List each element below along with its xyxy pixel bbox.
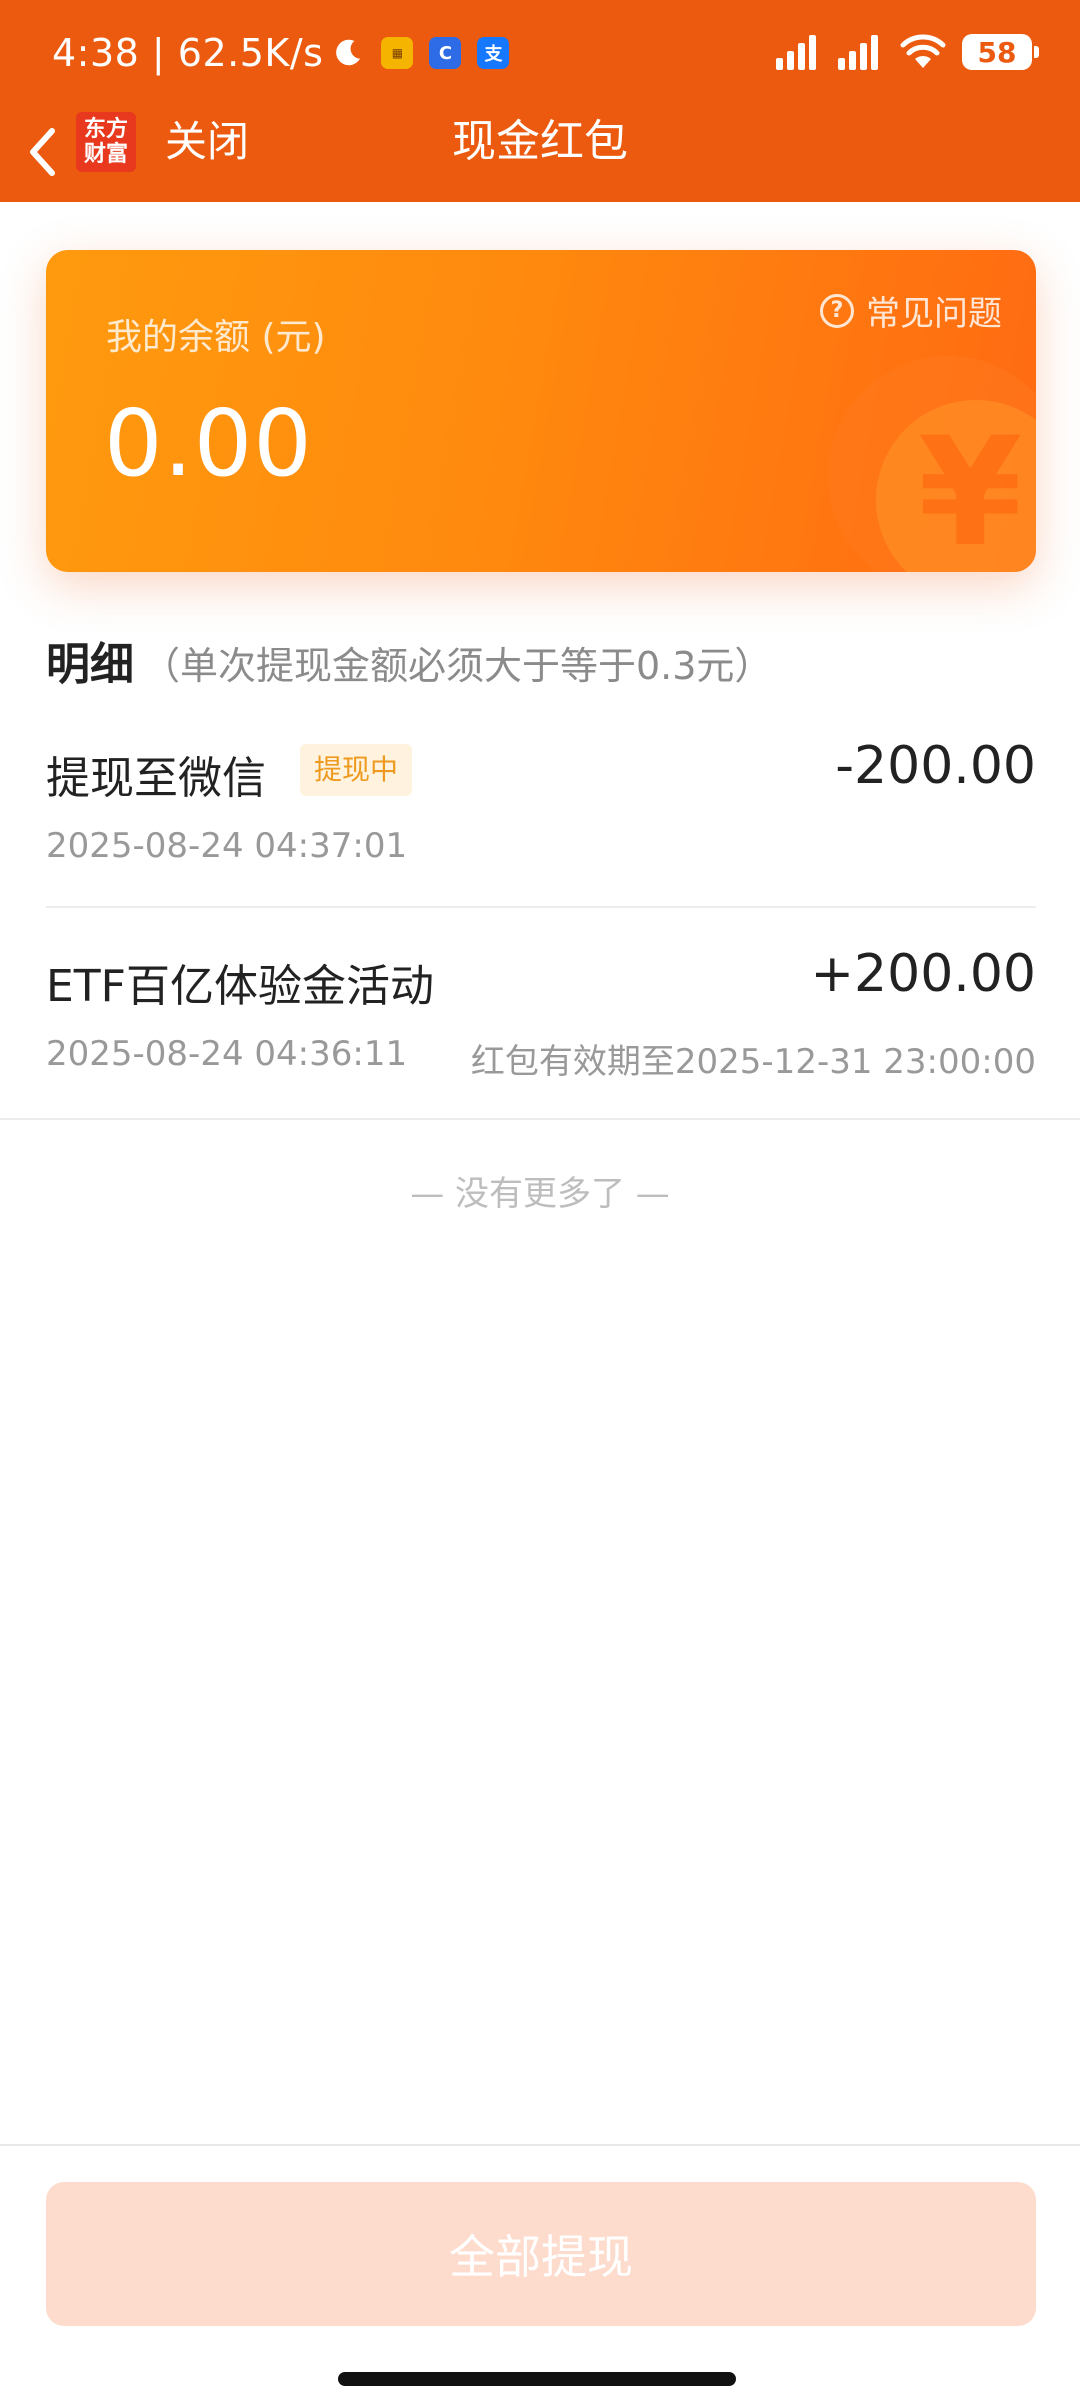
balance-value: 0.00 <box>104 390 313 497</box>
faq-label: 常见问题 <box>866 294 1002 334</box>
divider <box>46 906 1036 908</box>
close-button[interactable]: 关闭 <box>165 114 249 170</box>
faq-link[interactable]: ? 常见问题 <box>820 286 1002 335</box>
browser-icon: C <box>429 37 462 69</box>
status-bar: 4:38 | 62.5K/s ▦ C 支 58 <box>0 0 1080 104</box>
signal-icon <box>776 34 820 70</box>
home-indicator[interactable] <box>338 2372 736 2386</box>
footer-divider <box>0 2144 1080 2146</box>
status-badge: 提现中 <box>300 744 413 796</box>
question-icon: ? <box>820 293 854 328</box>
status-time-speed: 4:38 | 62.5K/s <box>52 31 324 75</box>
record-amount: -200.00 <box>835 736 1036 796</box>
back-button[interactable] <box>16 120 68 184</box>
logo-line-2: 财富 <box>83 142 128 167</box>
record-item[interactable]: 提现至微信 提现中 -200.00 2025-08-24 04:37:01 <box>46 736 1036 878</box>
moon-icon <box>336 39 361 66</box>
battery-icon: 58 <box>962 34 1039 70</box>
record-title: 提现至微信 <box>46 753 266 804</box>
chevron-left-icon <box>30 128 55 176</box>
wifi-icon <box>900 34 946 68</box>
record-expire: 红包有效期至2025-12-31 23:00:00 <box>470 1042 1036 1082</box>
app-notification-icon: ▦ <box>381 37 414 69</box>
yuan-icon: ¥ <box>918 406 1023 572</box>
record-time: 2025-08-24 04:36:11 <box>46 1034 408 1074</box>
detail-title: 明细 <box>46 639 134 690</box>
detail-header: 明细 （单次提现金额必须大于等于0.3元） <box>46 628 772 692</box>
screen: 4:38 | 62.5K/s ▦ C 支 58 东方 财富 关闭 现金红包 ¥ … <box>0 0 1080 2400</box>
balance-label: 我的余额 (元) <box>106 317 326 358</box>
app-logo: 东方 财富 <box>76 112 136 172</box>
record-time: 2025-08-24 04:37:01 <box>46 826 408 866</box>
withdraw-all-button[interactable]: 全部提现 <box>46 2182 1036 2326</box>
app-header: 4:38 | 62.5K/s ▦ C 支 58 东方 财富 关闭 现金红包 <box>0 0 1080 202</box>
page-title: 现金红包 <box>452 116 628 167</box>
status-left: 4:38 | 62.5K/s ▦ C 支 <box>52 28 510 78</box>
signal-icon <box>838 34 882 70</box>
no-more-text: — 没有更多了 — <box>410 1174 670 1214</box>
record-amount: +200.00 <box>810 944 1036 1004</box>
alipay-icon: 支 <box>477 37 510 69</box>
divider <box>0 1118 1080 1120</box>
record-item[interactable]: ETF百亿体验金活动 +200.00 2025-08-24 04:36:11 红… <box>46 944 1036 1086</box>
record-title: ETF百亿体验金活动 <box>46 961 434 1012</box>
status-right: 58 <box>776 30 1039 74</box>
balance-card: ¥ 我的余额 (元) 0.00 ? 常见问题 <box>46 250 1036 572</box>
detail-note: （单次提现金额必须大于等于0.3元） <box>142 644 773 688</box>
logo-line-1: 东方 <box>83 117 128 142</box>
battery-level: 58 <box>977 35 1017 69</box>
